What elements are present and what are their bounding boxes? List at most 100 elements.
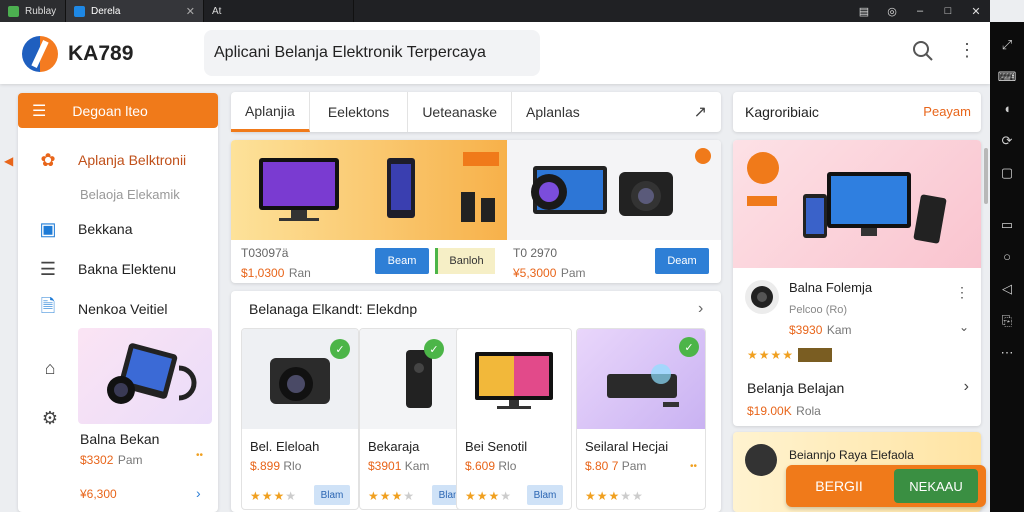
chevron-right-icon[interactable]: ›	[196, 485, 201, 501]
minimize-icon[interactable]: –	[906, 5, 934, 17]
chevron-right-icon[interactable]: ›	[964, 378, 969, 396]
close-window-icon[interactable]: ✕	[962, 5, 990, 18]
keyboard-icon[interactable]: ⌨	[998, 70, 1017, 84]
featured-2-code: T0 2970	[513, 246, 558, 260]
sidebar-subitem[interactable]: Belaoja Elekamik	[80, 187, 180, 202]
home-icon[interactable]: ⌂	[38, 356, 62, 380]
category-tabs: Aplanjia Eelektons Ueteanaske Aplanlas ↗	[231, 92, 721, 132]
rotate-icon[interactable]: ⟳	[1002, 134, 1013, 148]
tab-label: At	[212, 5, 222, 17]
featured-1-code: T03097ä	[241, 246, 289, 260]
sidebar-item[interactable]: ▣ Bekkana	[36, 217, 132, 241]
rating-badge	[798, 347, 833, 362]
right-item-price: $3930	[789, 323, 823, 337]
product-price: $3901	[368, 459, 402, 473]
laptop-camera-image	[531, 148, 711, 216]
search-input[interactable]: Aplicani Belanja Elektronik Terpercaya	[204, 30, 540, 76]
tab-aplanlas[interactable]: Aplanlas	[512, 92, 594, 132]
sidebar-head-label: Degoan lteo	[72, 102, 148, 119]
devices-image	[747, 152, 947, 244]
projector-image	[607, 364, 679, 407]
maximize-icon[interactable]: □	[934, 5, 962, 17]
product-thumb	[745, 280, 779, 314]
product-card[interactable]: Bei Senotil $.609 Rlo ★★★★ Blam	[456, 328, 572, 510]
product-unit: Kam	[404, 459, 430, 473]
promo-price-row: $3302 Pam	[80, 451, 143, 469]
app-header: KA789 Aplicani Belanja Elektronik Terper…	[0, 22, 990, 84]
right-item-sub: Pelcoo (Ro)	[789, 304, 848, 316]
featured-2-unit: Pam	[560, 266, 586, 280]
share-icon[interactable]: ↗	[694, 102, 707, 122]
sidebar-item[interactable]: ☰ Bakna Elektenu	[36, 257, 176, 281]
tab-favicon-icon	[74, 5, 85, 17]
tab-ueteanaske[interactable]: Ueteanaske	[408, 92, 513, 132]
browser-tab[interactable]: Rublay	[0, 0, 66, 22]
right-item2-name: Belanja Belajan	[747, 380, 845, 396]
featured-1-primary-button[interactable]: Beam	[375, 248, 429, 274]
monitor-speaker-image	[259, 152, 499, 222]
volume-icon[interactable]: ◖	[1003, 102, 1011, 116]
sidebar-category-button[interactable]: ☰ Degoan lteo	[18, 93, 218, 128]
product-name: Bel. Eleloah	[250, 439, 320, 454]
sidebar-item[interactable]: ✿ Aplanja Belktronii	[36, 148, 186, 172]
right-item3-name: Beiannjo Raya Elefaola	[789, 448, 914, 462]
brand-name: KA789	[68, 42, 134, 65]
action-button-group: BERGII NEKAAU	[786, 465, 986, 507]
browser-tab-active[interactable]: Derela ✕	[66, 0, 204, 22]
more-vert-icon[interactable]: ⋮	[958, 40, 976, 61]
promo-name: Balna Bekan	[80, 431, 160, 447]
chevron-right-icon[interactable]: ›	[698, 300, 703, 318]
right-item2-price: $19.00K	[747, 404, 792, 418]
right-item2-price-row: $19.00K Rola	[747, 402, 821, 420]
flower-icon: ✿	[40, 149, 56, 170]
settings-icon[interactable]: ◎	[878, 5, 906, 18]
tab-label: Rublay	[25, 5, 57, 17]
right-panel-title: Kagroribiaic	[745, 104, 819, 120]
search-icon[interactable]	[912, 40, 934, 68]
right-item-name: Balna Folemja	[789, 280, 873, 295]
rating-stars-icon: ★★★★	[250, 489, 298, 503]
product-card[interactable]: ✓ Bel. Eleloah $.899 Rlo ★★★★ Blam	[241, 328, 359, 510]
close-tab-icon[interactable]: ✕	[186, 5, 195, 18]
featured-panel: T03097ä $1,0300 Ran Beam Banloh T0 2970 …	[231, 140, 721, 283]
window-icon[interactable]: ▤	[850, 5, 878, 18]
scrollbar-thumb[interactable]	[984, 148, 988, 204]
promo-unit: Pam	[117, 453, 143, 467]
check-badge-icon: ✓	[330, 339, 350, 359]
active-indicator-icon: ◀	[4, 154, 14, 168]
right-item-unit: Kam	[826, 323, 852, 337]
tab-aplanjia[interactable]: Aplanjia	[231, 92, 310, 132]
clipboard-icon[interactable]: ⎘	[1002, 314, 1012, 328]
back-icon[interactable]: ◁	[1002, 282, 1012, 296]
more-vert-icon[interactable]: ⋮	[955, 284, 969, 301]
camera-icon[interactable]: ⚙	[38, 406, 62, 430]
product-name: Bei Senotil	[465, 439, 528, 454]
app-window: Rublay Derela ✕ At ▤ ◎ – □ ✕ KA789 Aplic…	[0, 0, 1024, 512]
product-button[interactable]: Blam	[527, 485, 563, 505]
secondary-action-button[interactable]: NEKAAU	[894, 469, 978, 503]
featured-2-price-row: ¥5,3000 Pam	[513, 264, 586, 282]
primary-action-button[interactable]: BERGII	[786, 465, 892, 507]
square-icon[interactable]: ▢	[1001, 166, 1013, 180]
tab-eelektons[interactable]: Eelektons	[310, 92, 409, 132]
sidebar-item[interactable]: 🗎 Nenkoa Veitiel	[36, 296, 168, 321]
featured-1-unit: Ran	[288, 266, 311, 280]
right-banner	[733, 140, 981, 268]
right-item-price-row: $3930 Kam	[789, 321, 852, 339]
product-name: Bekaraja	[368, 439, 420, 454]
product-card[interactable]: ✓ Seilaral Hecjai $.80 7 Pam •• ★★★★★	[576, 328, 706, 510]
sidebar-item-label: Nenkoa Veitiel	[78, 301, 168, 317]
more-icon[interactable]: ⋯	[1001, 346, 1014, 360]
rating-stars-icon: ★★★★	[368, 489, 416, 503]
sidebar-footer-price: ¥6,300	[80, 487, 117, 501]
product-button[interactable]: Blam	[314, 485, 350, 505]
featured-2-price: ¥5,3000	[513, 266, 557, 280]
fullscreen-icon[interactable]: ⤢	[1002, 38, 1012, 52]
chevron-down-icon[interactable]: ⌄	[959, 320, 969, 334]
browser-tab[interactable]: At	[204, 0, 354, 22]
right-panel-link[interactable]: Peayam	[923, 104, 971, 119]
featured-1-secondary-button[interactable]: Banloh	[435, 248, 495, 274]
home-circle-icon[interactable]: ○	[1003, 250, 1011, 264]
featured-2-button[interactable]: Deam	[655, 248, 709, 274]
recent-apps-icon[interactable]: ▭	[1001, 218, 1013, 232]
